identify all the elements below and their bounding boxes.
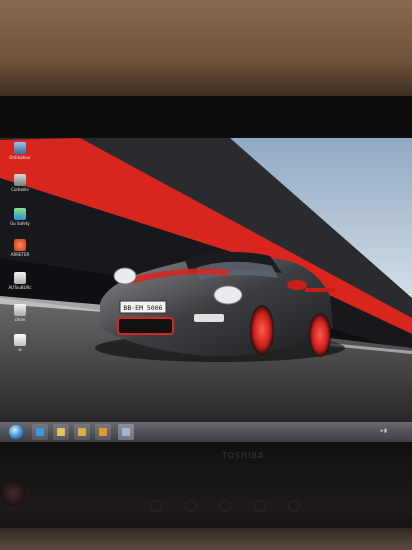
shutdown-icon: [14, 239, 26, 251]
recycle-bin-icon: [14, 174, 26, 186]
folder-icon: [57, 428, 65, 436]
side-intake: [194, 314, 224, 322]
front-wheel: [250, 305, 274, 355]
shortcut-icon: [14, 304, 26, 316]
brand-logo: TOSHIBA: [221, 451, 265, 460]
desktop-icon-label: ARRETER: [10, 252, 30, 257]
media-key[interactable]: [219, 500, 231, 512]
desktop-icon-label: Go Safety: [10, 221, 30, 226]
keyboard-edge: [0, 528, 412, 550]
system-tray[interactable]: ◂ ▮: [380, 428, 406, 436]
media-key[interactable]: [184, 500, 197, 512]
app-icon: [14, 208, 26, 220]
media-key[interactable]: [288, 500, 300, 512]
desktop-icon-shutdown[interactable]: ARRETER: [6, 239, 34, 257]
taskbar-button-window[interactable]: [118, 424, 134, 440]
right-headlight: [213, 285, 243, 305]
left-headlight: [113, 267, 137, 285]
plate-text: BB·EM 5006: [123, 304, 162, 312]
media-key[interactable]: [150, 500, 162, 512]
internet-explorer-icon: [36, 428, 44, 436]
desktop-icon-go-safety[interactable]: Go Safety: [6, 208, 34, 226]
wallpaper: BB·EM 5006: [0, 138, 412, 442]
front-intake: [117, 317, 174, 335]
media-key[interactable]: [253, 500, 266, 512]
start-button[interactable]: [9, 425, 23, 439]
document-icon: [14, 334, 26, 346]
rear-wing: [305, 288, 335, 292]
background-wall: [0, 0, 412, 100]
taskbar-button-folder[interactable]: [53, 424, 69, 440]
desktop-icon-document[interactable]: w: [6, 334, 34, 352]
media-icon: [99, 428, 107, 436]
mirror: [287, 280, 307, 290]
desktop-icon-label: Corbeille: [11, 187, 29, 192]
desktop-icon-recycle-bin[interactable]: Corbeille: [6, 174, 34, 192]
desktop-icon-label: w: [18, 347, 22, 352]
power-indicator: [0, 480, 26, 506]
taskbar-button-folder-2[interactable]: [74, 424, 90, 440]
desktop-icon-computer[interactable]: Ordinateur: [6, 142, 34, 160]
laptop-screen: BB·EM 5006 Ordinateur Corbeille Go Safet…: [0, 138, 412, 442]
folder-icon: [78, 428, 86, 436]
desktop-icon-shortcut[interactable]: AUTouBURc: [6, 272, 34, 290]
computer-icon: [14, 142, 26, 154]
shortcut-icon: [14, 272, 26, 284]
window-icon: [122, 428, 130, 436]
desktop-icon-label: AUTouBURc: [8, 285, 32, 290]
taskbar: ◂ ▮: [0, 422, 412, 442]
taskbar-button-ie[interactable]: [32, 424, 48, 440]
desktop-icon-label: clean: [14, 317, 26, 322]
rear-wheel: [309, 313, 331, 357]
desktop-icon-label: Ordinateur: [9, 155, 31, 160]
media-keys: [150, 500, 300, 514]
taskbar-button-media[interactable]: [95, 424, 111, 440]
desktop-icon-clean[interactable]: clean: [6, 304, 34, 322]
